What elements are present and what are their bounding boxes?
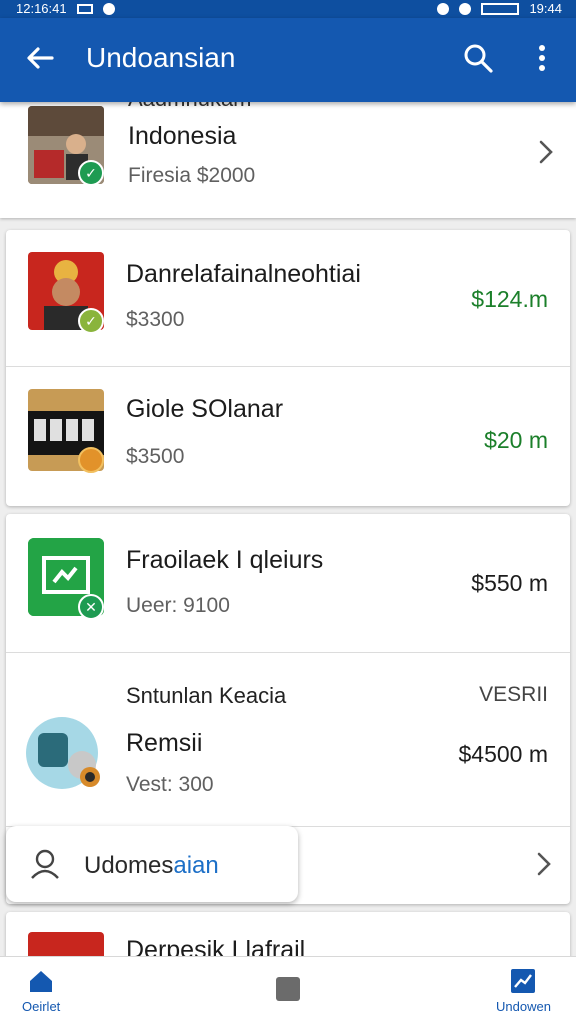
item-title: Remsii xyxy=(126,729,203,757)
bottom-nav: Oeirlet Undowen xyxy=(0,956,576,1024)
list-item[interactable]: Sntunlan Keacia VESRII Remsii Vest: 300 … xyxy=(6,653,570,827)
item-overline: Sntunlan Keacia xyxy=(126,683,287,708)
item-subtitle: Firesia $2000 xyxy=(128,164,256,187)
item-tag: VESRII xyxy=(479,683,548,706)
item-title: Fraoilaek I qleiurs xyxy=(126,546,324,574)
user-icon xyxy=(31,849,59,879)
wifi-icon xyxy=(437,2,450,15)
status-time-right: 19:44 xyxy=(529,1,562,16)
item-title: Indonesia xyxy=(128,122,237,150)
close-badge-icon: ✕ xyxy=(78,594,104,620)
chevron-right-icon[interactable] xyxy=(536,138,556,166)
status-icon xyxy=(102,2,115,15)
list-item[interactable]: ✓ Danrelafainalneohtiai $3300 $124.m xyxy=(6,230,570,366)
search-bar-label-accent: aian xyxy=(173,852,219,879)
nav-label: Undowen xyxy=(496,999,551,1014)
list-item[interactable]: ✕ Fraoilaek I qleiurs Ueer: 9100 $550 m xyxy=(6,514,570,652)
item-title: Giole SOlanar xyxy=(126,395,284,423)
item-subtitle: $3300 xyxy=(126,308,185,331)
home-icon xyxy=(30,971,53,992)
item-subtitle: Vest: 300 xyxy=(126,773,214,796)
back-arrow-icon[interactable] xyxy=(24,42,56,74)
check-badge-icon: ✓ xyxy=(78,308,104,334)
status-bar: 12:16:41 19:44 xyxy=(0,0,576,18)
item-price: $4500 m xyxy=(458,741,548,767)
search-bar[interactable]: Udomesaian xyxy=(6,826,298,902)
helmet-image xyxy=(24,711,106,795)
search-icon[interactable] xyxy=(462,42,494,74)
more-options-icon[interactable] xyxy=(528,42,556,74)
nav-item-stats[interactable]: Undowen xyxy=(496,967,551,1014)
nav-item-home[interactable]: Oeirlet xyxy=(22,967,60,1014)
item-price: $550 m xyxy=(471,570,548,596)
nav-label: Oeirlet xyxy=(22,999,61,1014)
item-group-card: ✓ Danrelafainalneohtiai $3300 $124.m Gio… xyxy=(6,230,570,506)
item-subtitle: Ueer: 9100 xyxy=(126,594,230,617)
page-title: Undoansian xyxy=(86,42,236,73)
app-bar: Undoansian xyxy=(0,18,576,102)
list-item[interactable]: Giole SOlanar $3500 $20 m xyxy=(6,367,570,506)
item-price: $124.m xyxy=(471,286,548,312)
search-bar-label-text: Udomes xyxy=(84,852,174,879)
coin-badge-icon xyxy=(78,447,104,473)
chart-icon xyxy=(511,969,536,993)
search-bar-label: Udomesaian xyxy=(84,852,219,880)
status-time-left: 12:16:41 xyxy=(16,1,67,16)
nav-item-center[interactable] xyxy=(274,975,302,1003)
signal-icon xyxy=(459,2,472,15)
chevron-right-icon[interactable] xyxy=(534,850,554,878)
item-subtitle: $3500 xyxy=(126,445,185,468)
battery-icon xyxy=(481,2,520,15)
item-title: Danrelafainalneohtiai xyxy=(126,260,361,288)
check-badge-icon: ✓ xyxy=(78,160,104,186)
status-icon xyxy=(76,3,93,14)
square-icon xyxy=(276,977,300,1001)
item-price: $20 m xyxy=(484,427,548,453)
